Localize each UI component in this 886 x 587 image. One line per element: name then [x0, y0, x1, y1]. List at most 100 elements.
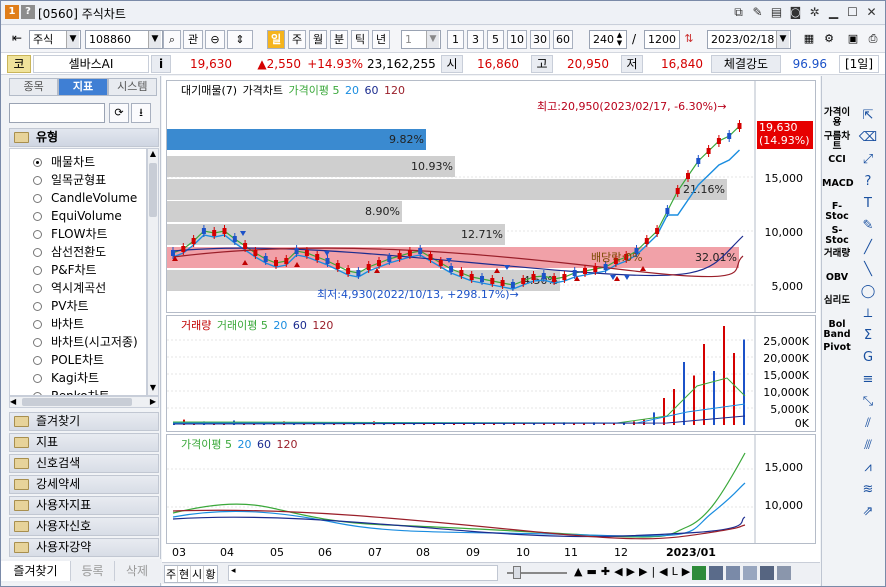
indicator-search-input[interactable]	[9, 103, 105, 123]
channel-icon[interactable]: ≡	[857, 370, 879, 390]
chart-type-item[interactable]: Renko차트	[10, 387, 110, 395]
radio-icon[interactable]	[33, 176, 42, 185]
radio-icon[interactable]	[33, 230, 42, 239]
wave-icon[interactable]: ⩘	[857, 458, 879, 478]
indicator-shortcut[interactable]: 가격이용	[822, 108, 852, 128]
radio-icon[interactable]	[33, 338, 42, 347]
chain-icon[interactable]: ⊖	[205, 30, 225, 49]
parallel-icon[interactable]: ⫽	[857, 414, 879, 434]
section-2[interactable]: 신호검색	[9, 454, 159, 473]
chart-type-item[interactable]: PV차트	[10, 297, 89, 315]
refresh-icon[interactable]: ⟳	[109, 103, 129, 123]
circle-icon[interactable]: ◯	[857, 282, 879, 302]
excel-icon[interactable]	[692, 566, 706, 580]
radio-icon[interactable]	[33, 356, 42, 365]
print-small-icon[interactable]	[726, 566, 740, 580]
zoom-slider[interactable]	[507, 565, 567, 581]
line-icon[interactable]: ╲	[857, 260, 879, 280]
period-tick[interactable]: 틱	[351, 30, 369, 49]
volume-pane[interactable]: 거래량 거래이평 5 20 60 120 25,000K 20,000K 15,…	[166, 315, 816, 432]
indicator-shortcut[interactable]: F-Stoc	[822, 202, 852, 222]
back-forward-icon[interactable]: ⇤	[7, 30, 27, 49]
gwan-button[interactable]: 관	[183, 30, 203, 49]
period-day[interactable]: 일	[267, 30, 285, 49]
status-tab-ju[interactable]: 주	[165, 566, 178, 582]
tab-system[interactable]: 시스템	[107, 78, 157, 96]
indicator-shortcut[interactable]: CCI	[822, 155, 852, 165]
radio-icon[interactable]	[33, 284, 42, 293]
indicator-shortcut[interactable]: S-Stoc	[822, 225, 852, 246]
date-picker[interactable]: 2023/02/18 ▼	[707, 30, 791, 49]
period-week[interactable]: 주	[288, 30, 306, 49]
cycle-icon[interactable]: ≋	[857, 480, 879, 500]
radio-icon[interactable]	[33, 194, 42, 203]
radio-icon[interactable]	[33, 374, 42, 383]
chart-type-item[interactable]: 삼선전환도	[10, 243, 106, 261]
indicator-shortcut[interactable]: MACD	[822, 178, 854, 189]
section-5[interactable]: 사용자신호	[9, 517, 159, 536]
settings-icon[interactable]: ⚙	[820, 30, 838, 49]
min-30-button[interactable]: 30	[530, 30, 550, 49]
eraser-icon[interactable]: ⌫	[857, 128, 879, 148]
search-icon[interactable]: ⌕	[163, 30, 181, 49]
period-year[interactable]: 년	[372, 30, 390, 49]
image-icon[interactable]	[743, 566, 757, 580]
list-scrollbar[interactable]: ▲ ▼	[147, 148, 159, 396]
count-stepper[interactable]: 240 ▲ ▼	[589, 30, 627, 49]
help-icon[interactable]: ?	[857, 172, 879, 192]
zoom-icon[interactable]: ⤢	[857, 150, 879, 170]
print-chart-icon[interactable]: ⎙	[864, 30, 882, 49]
radio-icon[interactable]	[33, 302, 42, 311]
section-0[interactable]: 즐겨찾기	[9, 412, 159, 431]
chart-type-item[interactable]: EquiVolume	[10, 207, 122, 225]
min-1-button[interactable]: 1	[447, 30, 464, 49]
status-tab-hyeon[interactable]: 현	[178, 566, 191, 582]
camera-icon[interactable]: ◙	[788, 4, 803, 20]
tab-favorites[interactable]: 즐겨찾기	[1, 561, 71, 581]
indicator-shortcut[interactable]: OBV	[822, 272, 852, 283]
tab-stock[interactable]: 종목	[9, 78, 59, 96]
chart-scrollbar[interactable]: ◂	[228, 565, 498, 581]
chart-type-item[interactable]: 바차트(시고저종)	[10, 333, 138, 351]
section-6[interactable]: 사용자강약	[9, 538, 159, 557]
memo-icon[interactable]: ✎	[750, 4, 765, 20]
chart-type-item[interactable]: 매물차트	[10, 153, 95, 171]
indicator-shortcut[interactable]: 심리도	[822, 296, 852, 306]
scroll-left-icon[interactable]: ◂	[231, 566, 236, 576]
min-3-button[interactable]: 3	[467, 30, 484, 49]
chart-type-item[interactable]: P&F차트	[10, 261, 97, 279]
up-down-icon[interactable]: ⇕	[227, 30, 253, 49]
indicator-shortcut[interactable]: Bol Band	[822, 319, 852, 340]
list-hscrollbar[interactable]: ◀ ▶	[9, 396, 159, 408]
chart-type-item[interactable]: 바차트	[10, 315, 84, 333]
indicator-shortcut[interactable]: 구름차트	[822, 131, 852, 152]
ma-pane[interactable]: 가격이평 5 20 60 120 15,000 10,000	[166, 434, 816, 544]
interval-select[interactable]: 1 ▼	[401, 30, 441, 49]
text-icon[interactable]: T	[857, 194, 879, 214]
layout-icon[interactable]	[777, 566, 791, 580]
crosshair-icon[interactable]: ⟂	[857, 304, 879, 324]
min-10-button[interactable]: 10	[507, 30, 527, 49]
radio-icon[interactable]	[33, 266, 42, 275]
help-badge[interactable]: ?	[21, 5, 35, 19]
min-5-button[interactable]: 5	[487, 30, 504, 49]
gear-icon[interactable]: ✲	[807, 4, 822, 20]
grid-line-icon[interactable]: ⫻	[857, 436, 879, 456]
radio-icon[interactable]	[33, 212, 42, 221]
chart-type-item[interactable]: 역시계곡선	[10, 279, 106, 297]
arrow-icon[interactable]: ⤡	[857, 392, 879, 412]
chart-type-item[interactable]: Kagi차트	[10, 369, 99, 387]
period-month[interactable]: 월	[309, 30, 327, 49]
navigation-icons[interactable]: ▲▬✚◀▶▶|◀L▶◇	[574, 565, 707, 578]
save-chart-icon[interactable]	[709, 566, 723, 580]
radio-icon[interactable]	[33, 320, 42, 329]
auto-trend-icon[interactable]: ⇗	[857, 502, 879, 522]
close-icon[interactable]: ✕	[864, 4, 879, 20]
save-icon[interactable]: ▣	[844, 30, 862, 49]
total-count-input[interactable]: 1200	[644, 30, 680, 49]
section-4[interactable]: 사용자지표	[9, 496, 159, 515]
chart-type-item[interactable]: CandleVolume	[10, 189, 137, 207]
maximize-icon[interactable]: ☐	[845, 4, 860, 20]
market-select[interactable]: 주식 ▼	[29, 30, 81, 49]
price-pane[interactable]: 9.82% 10.93% 21.16% 8.90% 12.71% 32.01% 4.50% …	[166, 80, 816, 313]
